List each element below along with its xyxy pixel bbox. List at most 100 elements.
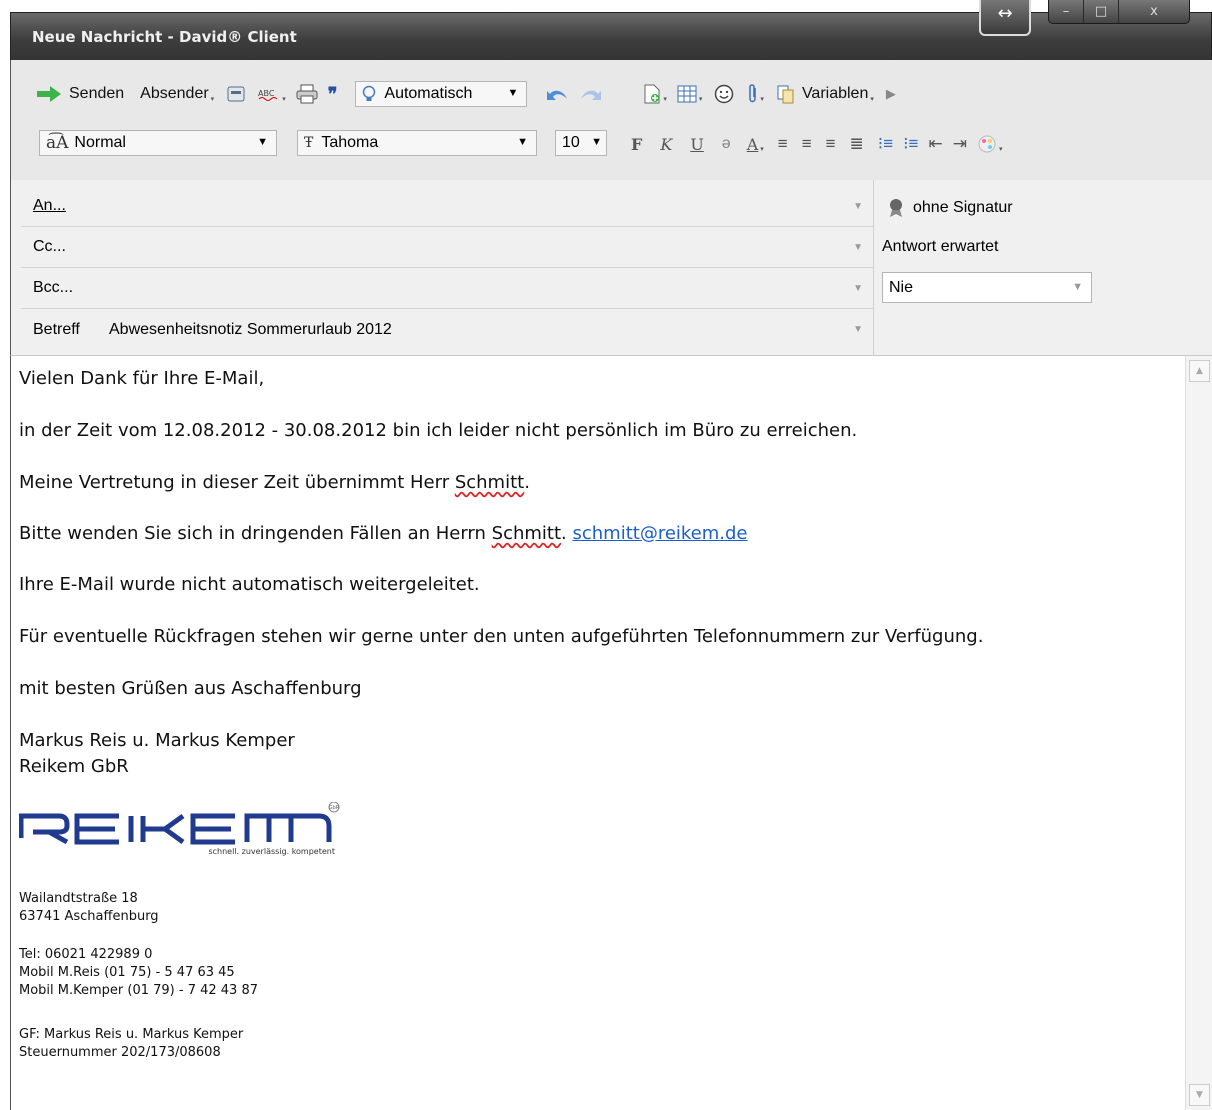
resize-icon[interactable]: ↔ [979,0,1031,36]
sender-button[interactable]: Absender ▾ [140,85,214,103]
chevron-down-icon[interactable]: ▼ [853,242,863,253]
vertical-scrollbar[interactable]: ▲ ▼ [1185,356,1212,1110]
size-select[interactable]: 10 ▼ [555,130,607,156]
strikethrough-button[interactable]: ə [722,135,731,153]
bold-button[interactable]: F [631,135,642,154]
spellcheck-button[interactable]: ABC ▾ [258,85,286,103]
emoji-button[interactable] [714,84,734,104]
phone-mobile: Mobil M.Reis (01 75) - 5 47 63 45 [19,965,235,980]
body-line: Für eventuelle Rückfragen stehen wir ger… [19,626,984,647]
phone-block: Tel: 06021 422989 0 Mobil M.Reis (01 75)… [19,946,258,1000]
table-icon [677,85,697,103]
underline-button[interactable]: U [690,135,703,154]
send-label: Senden [69,85,125,102]
align-right-icon[interactable]: ≡ [826,134,836,154]
subject-field[interactable]: Betreff Abwesenheitsnotiz Sommerurlaub 2… [21,309,873,350]
bullet-list-icon[interactable]: ⁝≡ [903,134,918,154]
chevron-down-icon: ▾ [760,96,764,103]
reply-expected-select[interactable]: Nie ▼ [882,272,1092,303]
chevron-down-icon: ▼ [591,136,602,148]
palette-button[interactable]: ▾ [977,134,1003,154]
misspelled-word: Schmitt [454,472,525,493]
chevron-down-icon[interactable]: ▼ [853,324,863,335]
close-button[interactable]: x [1119,0,1189,23]
cut-icon [227,86,245,102]
logo-tagline: schnell. zuverlässig. kompetent [208,847,335,856]
table-button[interactable]: ▾ [677,85,703,103]
signature-names: Markus Reis u. Markus Kemper [19,730,295,751]
message-header: An... ▼ Cc... ▼ Bcc... ▼ Betreff Abwesen… [10,180,1212,356]
window-title: Neue Nachricht - David® Client [32,28,297,46]
chevron-down-icon[interactable]: ▼ [853,283,863,294]
numbered-list-icon[interactable]: ⁝≡ [878,134,893,154]
font-select[interactable]: Ŧ Tahoma ▼ [297,130,537,156]
body-line: Bitte wenden Sie sich in dringenden Fäll… [19,523,748,544]
quote-icon[interactable]: ❞ [328,84,338,105]
managing-directors: GF: Markus Reis u. Markus Kemper [19,1027,244,1042]
play-icon[interactable]: ▶ [886,86,896,102]
style-select[interactable]: a͡A Normal ▼ [39,130,277,156]
variables-button[interactable]: Variablen ▾ [776,84,874,104]
print-button[interactable] [296,84,318,104]
attach-file-icon [644,84,660,104]
chevron-down-icon: ▾ [698,96,703,103]
window-controls: – □ x [1048,0,1190,24]
to-label[interactable]: An... [21,197,93,215]
address-street: Wailandtstraße 18 [19,891,138,906]
logo-badge: GbR [329,805,340,811]
send-arrow-icon [37,86,61,102]
cc-label[interactable]: Cc... [21,238,93,256]
variables-label: Variablen [801,85,869,102]
email-link[interactable]: schmitt@reikem.de [572,523,747,544]
minimize-button[interactable]: – [1049,0,1084,23]
palette-icon [978,135,996,153]
format-buttons: F K U ə A ▾ ≡ ≡ ≡ ≣ ⁝≡ ⁝≡ ⇤ ⇥ ▾ [631,126,1002,162]
lightbulb-icon [363,85,376,101]
justify-icon[interactable]: ≣ [850,134,864,154]
chevron-down-icon: ▼ [507,87,519,99]
undo-button[interactable] [545,85,569,103]
greeting: Vielen Dank für Ihre E-Mail, [19,368,265,389]
legal-block: GF: Markus Reis u. Markus Kemper Steuern… [19,1026,243,1062]
signature-company: Reikem GbR [19,756,129,777]
print-icon [296,84,318,104]
subject-label: Betreff [33,320,80,338]
subject-input[interactable]: Abwesenheitsnotiz Sommerurlaub 2012 [93,321,873,339]
signature-selector[interactable]: ohne Signatur [887,198,1013,218]
bcc-label[interactable]: Bcc... [21,279,93,297]
cut-button[interactable] [226,84,246,104]
to-field[interactable]: An... ▼ [21,186,873,227]
cc-field[interactable]: Cc... ▼ [21,227,873,268]
toolbar: Senden Absender ▾ ABC ▾ ❞ Automatisch ▼ [10,60,1212,180]
spellcheck-icon: ABC [258,89,278,101]
align-center-icon[interactable]: ≡ [802,134,812,154]
attach-button[interactable]: ▾ [748,84,764,104]
message-body[interactable]: Vielen Dank für Ihre E-Mail, in der Zeit… [10,356,1185,1110]
chevron-down-icon: ▾ [282,96,286,103]
paperclip-icon [749,84,757,103]
company-logo: GbR schnell. zuverlässig. kompetent [18,801,349,866]
bcc-field[interactable]: Bcc... ▼ [21,268,873,309]
indent-icon[interactable]: ⇥ [953,134,967,154]
redo-button[interactable] [579,85,603,103]
align-left-icon[interactable]: ≡ [778,134,788,154]
scroll-down-icon[interactable]: ▼ [1189,1084,1210,1106]
scroll-up-icon[interactable]: ▲ [1189,360,1210,382]
chevron-down-icon: ▼ [1072,281,1083,293]
priority-select[interactable]: Automatisch ▼ [355,81,528,107]
chevron-down-icon: ▾ [998,146,1003,153]
chevron-down-icon: ▼ [517,136,528,148]
style-icon: a͡A [46,133,69,153]
chevron-down-icon[interactable]: ▼ [853,201,863,212]
smiley-icon [715,84,734,104]
body-line: Ihre E-Mail wurde nicht automatisch weit… [19,574,480,595]
phone-mobile: Mobil M.Kemper (01 79) - 7 42 43 87 [19,983,259,998]
font-color-button[interactable]: A [747,135,759,154]
new-attachment-button[interactable]: ▾ [643,84,667,104]
outdent-icon[interactable]: ⇤ [928,134,942,154]
font-icon: Ŧ [304,135,314,151]
send-button[interactable]: Senden [37,85,124,103]
maximize-button[interactable]: □ [1084,0,1119,23]
italic-button[interactable]: K [660,135,672,154]
closing: mit besten Grüßen aus Aschaffenburg [19,678,362,699]
